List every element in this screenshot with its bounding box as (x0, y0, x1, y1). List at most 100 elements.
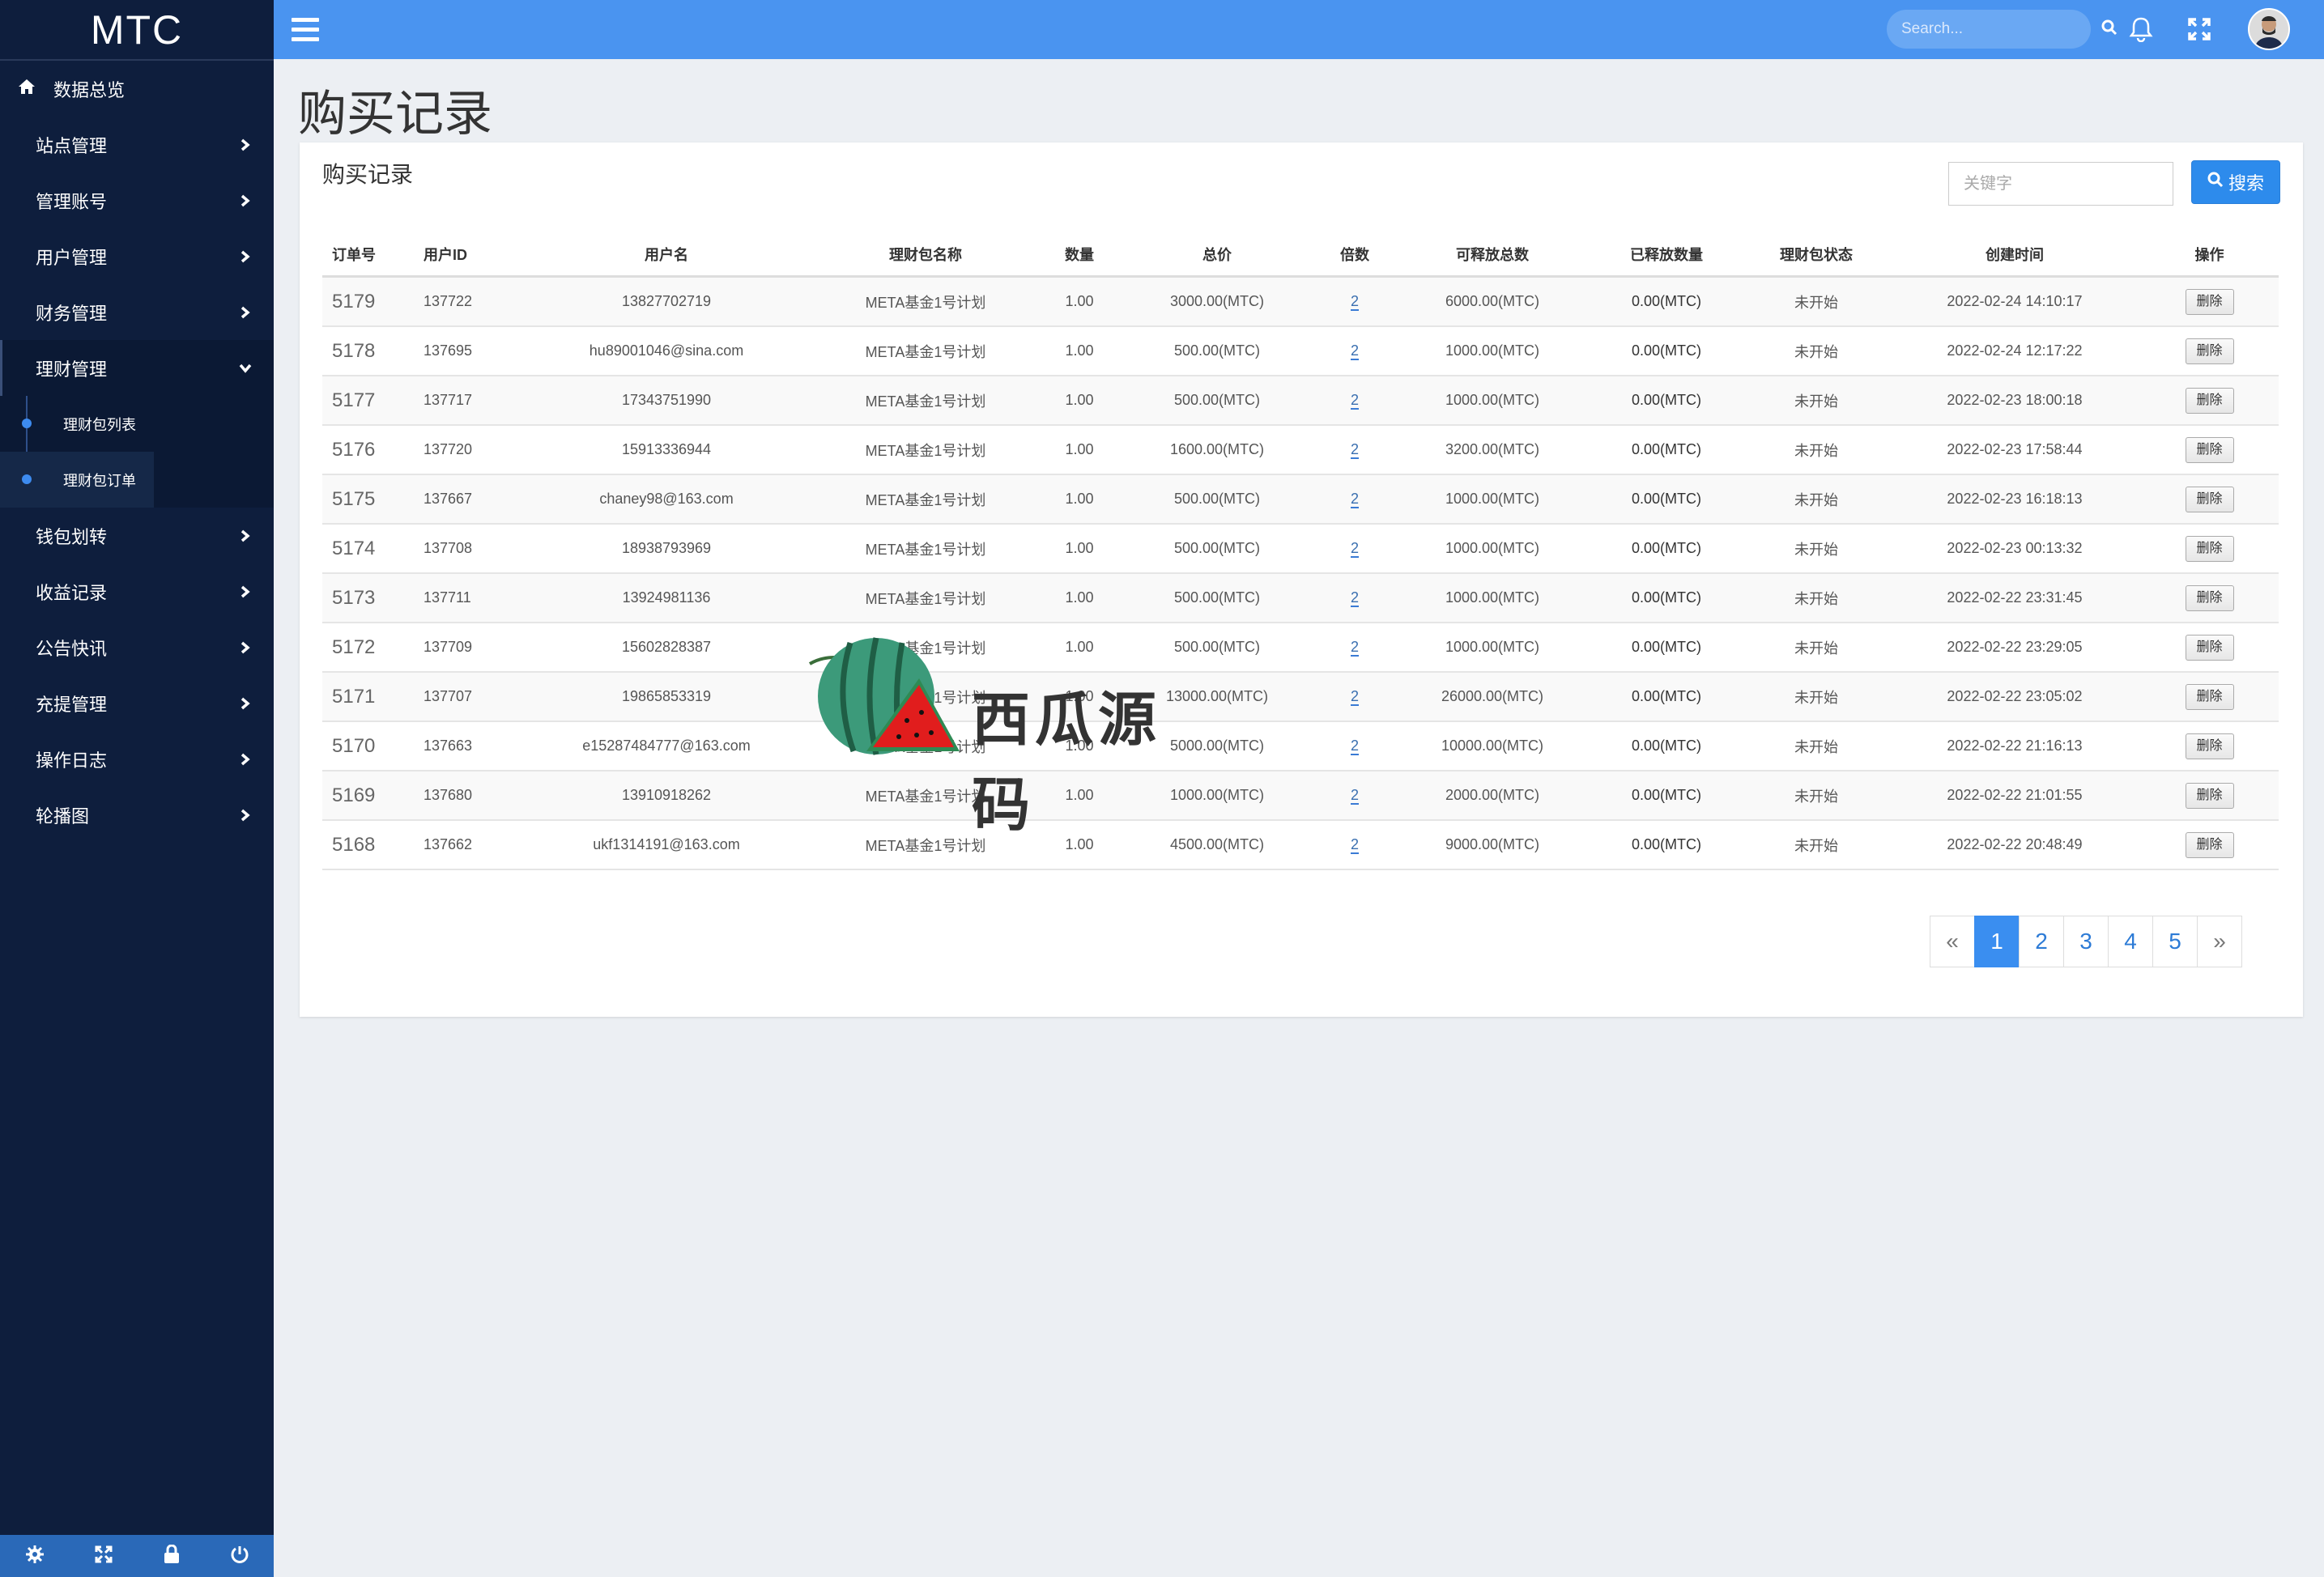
multiplier-link[interactable]: 2 (1350, 639, 1359, 657)
multiplier-link[interactable]: 2 (1350, 787, 1359, 805)
delete-button[interactable]: 删除 (2185, 338, 2234, 364)
sidebar-item-0[interactable]: 数据总览 (0, 61, 274, 117)
pagination-page[interactable]: 5 (2152, 916, 2198, 967)
pagination-page[interactable]: 3 (2063, 916, 2109, 967)
cell-mult[interactable]: 2 (1314, 524, 1395, 574)
delete-button[interactable]: 删除 (2185, 683, 2234, 710)
search-input[interactable] (1900, 19, 2101, 39)
cell-pkg: META基金1号计划 (812, 771, 1039, 821)
cell-id: 5171 (322, 672, 424, 722)
cell-status: 未开始 (1743, 820, 1889, 870)
pagination-prev[interactable]: « (1930, 916, 1975, 967)
multiplier-link[interactable]: 2 (1350, 737, 1359, 755)
sidebar-subitem-0[interactable]: 理财包列表 (0, 396, 274, 452)
menu-icon[interactable] (292, 18, 319, 42)
multiplier-link[interactable]: 2 (1350, 836, 1359, 854)
column-header[interactable]: 操作 (2140, 233, 2279, 278)
column-header[interactable]: 倍数 (1314, 233, 1395, 278)
column-header[interactable]: 创建时间 (1889, 233, 2140, 278)
sidebar-subitem-label: 理财包列表 (63, 416, 136, 434)
column-header[interactable]: 可释放总数 (1395, 233, 1590, 278)
column-header[interactable]: 总价 (1120, 233, 1314, 278)
sidebar-item-7[interactable]: 收益记录 (0, 563, 274, 619)
sidebar-item-10[interactable]: 操作日志 (0, 731, 274, 787)
cell-mult[interactable]: 2 (1314, 276, 1395, 327)
sidebar-subitem-1[interactable]: 理财包订单 (0, 452, 154, 508)
search-icon[interactable] (2101, 19, 2118, 39)
delete-button[interactable]: 删除 (2185, 782, 2234, 809)
delete-button[interactable]: 删除 (2185, 486, 2234, 512)
cell-mult[interactable]: 2 (1314, 474, 1395, 525)
cell-status: 未开始 (1743, 425, 1889, 475)
cell-mult[interactable]: 2 (1314, 573, 1395, 623)
cell-action: 删除 (2140, 474, 2279, 525)
column-header[interactable]: 订单号 (322, 233, 424, 278)
cell-mult[interactable]: 2 (1314, 721, 1395, 771)
expand-icon[interactable] (94, 1545, 113, 1567)
cell-mult[interactable]: 2 (1314, 326, 1395, 376)
delete-button[interactable]: 删除 (2185, 831, 2234, 858)
multiplier-link[interactable]: 2 (1350, 688, 1359, 706)
delete-button[interactable]: 删除 (2185, 387, 2234, 414)
brand-logo[interactable]: MTC (0, 0, 274, 61)
multiplier-link[interactable]: 2 (1350, 441, 1359, 459)
pagination-next[interactable]: » (2197, 916, 2242, 967)
multiplier-link[interactable]: 2 (1350, 491, 1359, 508)
sidebar-item-8[interactable]: 公告快讯 (0, 619, 274, 675)
bell-icon[interactable] (2126, 15, 2156, 44)
pagination-page[interactable]: 4 (2108, 916, 2153, 967)
delete-button[interactable]: 删除 (2185, 288, 2234, 315)
multiplier-link[interactable]: 2 (1350, 342, 1359, 360)
cell-mult[interactable]: 2 (1314, 623, 1395, 673)
sidebar-item-4[interactable]: 财务管理 (0, 284, 274, 340)
column-header[interactable]: 数量 (1039, 233, 1120, 278)
fullscreen-icon[interactable] (2185, 15, 2214, 44)
sidebar-item-2[interactable]: 管理账号 (0, 172, 274, 228)
keyword-input[interactable] (1948, 162, 2173, 206)
multiplier-link[interactable]: 2 (1350, 589, 1359, 607)
multiplier-link[interactable]: 2 (1350, 293, 1359, 311)
topbar (274, 0, 2324, 59)
delete-button[interactable]: 删除 (2185, 535, 2234, 562)
table-row: 5171 137707 19865853319 META基金1号计划 1.00 13000… (322, 672, 2279, 722)
lock-icon[interactable] (163, 1544, 181, 1567)
sidebar-item-11[interactable]: 轮播图 (0, 787, 274, 843)
cell-action: 删除 (2140, 326, 2279, 376)
cell-mult[interactable]: 2 (1314, 425, 1395, 475)
sidebar-item-6[interactable]: 钱包划转 (0, 508, 274, 563)
delete-button[interactable]: 删除 (2185, 634, 2234, 661)
cell-mult[interactable]: 2 (1314, 376, 1395, 426)
cell-mult[interactable]: 2 (1314, 820, 1395, 870)
cell-mult[interactable]: 2 (1314, 771, 1395, 821)
sidebar-item-5[interactable]: 理财管理 (0, 340, 274, 396)
pagination-page[interactable]: 1 (1974, 916, 2020, 967)
sidebar-item-3[interactable]: 用户管理 (0, 228, 274, 284)
records-table: 订单号 用户ID 用户名 理财包名称 数量 总价 倍数 可释放总数 已释放数量 理财包状态 创建时间… (322, 233, 2279, 870)
cell-id: 5173 (322, 573, 424, 623)
avatar[interactable] (2248, 8, 2290, 50)
sidebar-item-1[interactable]: 站点管理 (0, 117, 274, 172)
cell-mult[interactable]: 2 (1314, 672, 1395, 722)
sidebar: MTC 数据总览 站点管理 管理账号 用户管理 财务管理 理财管理理财包列表理财包订单 钱包… (0, 0, 274, 1577)
power-icon[interactable] (230, 1545, 249, 1567)
delete-button[interactable]: 删除 (2185, 436, 2234, 463)
cell-releasable: 2000.00(MTC) (1395, 771, 1590, 821)
column-header[interactable]: 理财包状态 (1743, 233, 1889, 278)
cell-total: 500.00(MTC) (1120, 573, 1314, 623)
gear-icon[interactable] (25, 1545, 45, 1567)
cell-action: 删除 (2140, 721, 2279, 771)
table-row: 5176 137720 15913336944 META基金1号计划 1.00 1600.… (322, 425, 2279, 475)
home-icon (18, 79, 36, 100)
multiplier-link[interactable]: 2 (1350, 540, 1359, 558)
column-header[interactable]: 已释放数量 (1590, 233, 1743, 278)
sidebar-item-9[interactable]: 充提管理 (0, 675, 274, 731)
pagination-page[interactable]: 2 (2019, 916, 2064, 967)
search-button[interactable]: 搜索 (2191, 160, 2280, 204)
column-header[interactable]: 理财包名称 (812, 233, 1039, 278)
delete-button[interactable]: 删除 (2185, 584, 2234, 611)
delete-button[interactable]: 删除 (2185, 733, 2234, 759)
column-header[interactable]: 用户名 (521, 233, 812, 278)
cell-action: 删除 (2140, 672, 2279, 722)
multiplier-link[interactable]: 2 (1350, 392, 1359, 410)
column-header[interactable]: 用户ID (424, 233, 521, 278)
